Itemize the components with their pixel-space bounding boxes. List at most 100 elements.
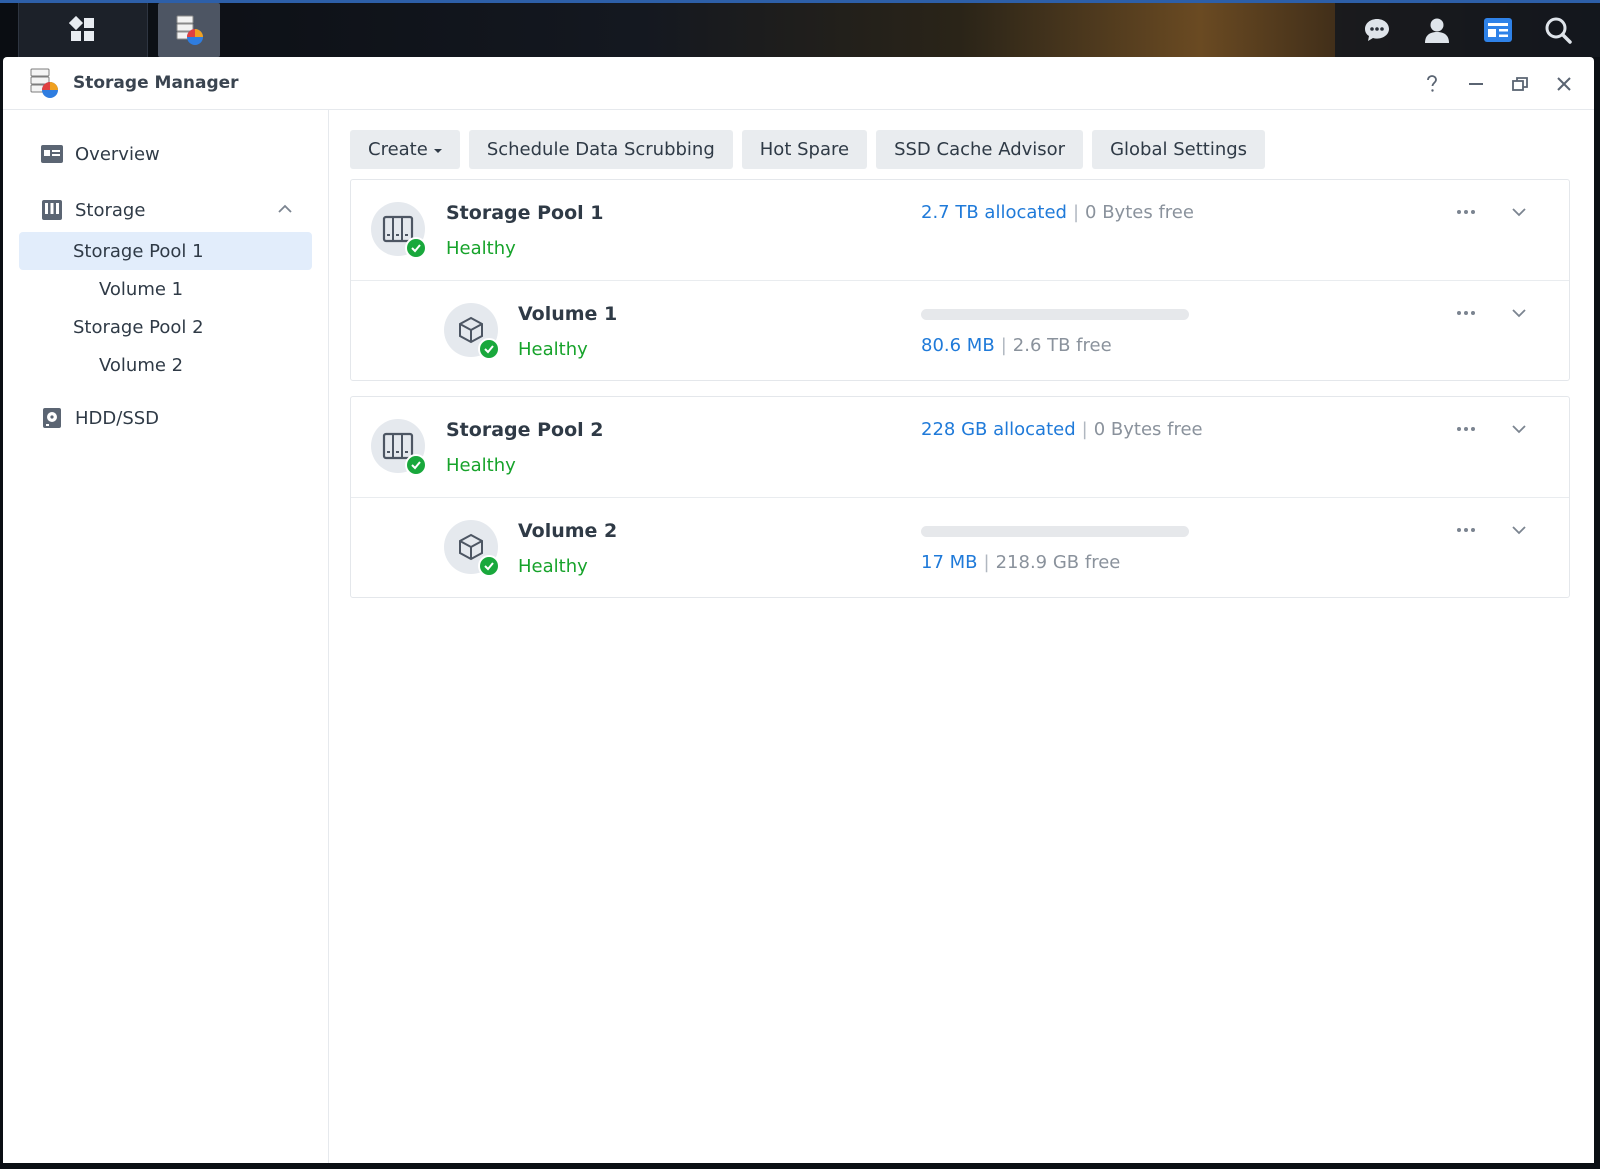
- storage-pool-card: Storage Pool 1 Healthy 2.7 TB allocated |…: [350, 179, 1570, 381]
- sidebar-item-label: HDD/SSD: [75, 407, 160, 429]
- create-button[interactable]: Create: [350, 130, 460, 169]
- healthy-check-icon: [405, 237, 427, 259]
- separator: |: [1081, 419, 1088, 440]
- volume-free: 2.6 TB free: [1012, 335, 1112, 356]
- sidebar-item-storage-pool-1[interactable]: Storage Pool 1: [19, 232, 312, 270]
- storage-icon: [39, 197, 65, 223]
- sidebar-item-volume-1[interactable]: Volume 1: [3, 270, 328, 308]
- healthy-check-icon: [478, 555, 500, 577]
- main-content: Create Schedule Data Scrubbing Hot Spare…: [330, 110, 1594, 1163]
- volume-row[interactable]: Volume 2 Healthy 17 MB | 218.9 GB free: [351, 497, 1569, 597]
- sidebar-item-storage-pool-2[interactable]: Storage Pool 2: [19, 308, 312, 346]
- volume-name: Volume 2: [518, 520, 618, 542]
- more-options-icon[interactable]: [1451, 419, 1481, 439]
- pool-free: 0 Bytes free: [1093, 419, 1203, 440]
- chevron-down-icon[interactable]: [1509, 419, 1529, 439]
- pool-row[interactable]: Storage Pool 1 Healthy 2.7 TB allocated |…: [351, 180, 1569, 280]
- hot-spare-button[interactable]: Hot Spare: [741, 130, 868, 169]
- pool-row[interactable]: Storage Pool 2 Healthy 228 GB allocated |…: [351, 397, 1569, 497]
- restore-button[interactable]: [1504, 68, 1536, 100]
- storage-pool-icon: [371, 202, 427, 259]
- minimize-icon: [1469, 82, 1483, 85]
- chevron-down-icon[interactable]: [1509, 520, 1529, 540]
- storage-pool-icon: [371, 419, 427, 476]
- volume-name: Volume 1: [518, 303, 618, 325]
- widgets-icon[interactable]: [1481, 13, 1515, 47]
- caret-down-icon: [433, 148, 442, 153]
- storage-manager-window: Storage Manager Overview Storage Storage…: [3, 57, 1594, 1163]
- volume-row[interactable]: Volume 1 Healthy 80.6 MB | 2.6 TB free: [351, 280, 1569, 380]
- sidebar: Overview Storage Storage Pool 1 Volume 1…: [3, 110, 329, 1163]
- healthy-check-icon: [478, 338, 500, 360]
- volume-status: Healthy: [518, 339, 588, 360]
- close-button[interactable]: [1548, 68, 1580, 100]
- sidebar-item-overview[interactable]: Overview: [3, 132, 328, 176]
- more-options-icon[interactable]: [1451, 303, 1481, 323]
- hdd-icon: [39, 405, 65, 431]
- pool-free: 0 Bytes free: [1085, 202, 1194, 223]
- volume-used: 17 MB: [921, 552, 978, 573]
- restore-icon: [1512, 76, 1528, 91]
- sidebar-item-label: Storage Pool 2: [73, 316, 204, 338]
- overview-icon: [39, 141, 65, 167]
- taskbar: [0, 0, 1600, 57]
- sidebar-item-volume-2[interactable]: Volume 2: [3, 346, 328, 384]
- main-menu-button[interactable]: [18, 3, 148, 57]
- window-controls: [1416, 57, 1580, 110]
- volume-free: 218.9 GB free: [995, 552, 1121, 573]
- schedule-data-scrubbing-button[interactable]: Schedule Data Scrubbing: [468, 130, 733, 169]
- search-icon[interactable]: [1541, 13, 1575, 47]
- chevron-down-icon[interactable]: [1509, 202, 1529, 222]
- ssd-cache-advisor-button[interactable]: SSD Cache Advisor: [876, 130, 1084, 169]
- apps-grid-icon: [69, 16, 94, 41]
- pool-allocation: 2.7 TB allocated | 0 Bytes free: [921, 202, 1194, 223]
- sidebar-item-label: Storage Pool 1: [73, 240, 204, 262]
- help-button[interactable]: [1416, 68, 1448, 100]
- minimize-button[interactable]: [1460, 68, 1492, 100]
- volume-usage-bar: [921, 526, 1189, 537]
- pool-status: Healthy: [446, 238, 516, 259]
- volume-icon: [444, 520, 500, 577]
- sidebar-item-hdd-ssd[interactable]: HDD/SSD: [3, 396, 328, 440]
- window-titlebar[interactable]: Storage Manager: [3, 57, 1594, 110]
- pool-status: Healthy: [446, 455, 516, 476]
- pool-allocated: 2.7 TB allocated: [921, 202, 1067, 223]
- storage-manager-icon: [176, 15, 203, 45]
- create-button-label: Create: [368, 139, 428, 160]
- sidebar-item-label: Storage: [75, 199, 146, 221]
- chat-icon[interactable]: [1360, 13, 1394, 47]
- taskbar-storage-manager-button[interactable]: [158, 3, 220, 57]
- healthy-check-icon: [405, 454, 427, 476]
- sidebar-item-label: Overview: [75, 143, 160, 165]
- chevron-down-icon[interactable]: [1509, 303, 1529, 323]
- sidebar-item-storage[interactable]: Storage: [3, 188, 328, 232]
- storage-pool-card: Storage Pool 2 Healthy 228 GB allocated |…: [350, 396, 1570, 598]
- help-icon: [1427, 74, 1437, 92]
- volume-usage: 80.6 MB | 2.6 TB free: [921, 335, 1112, 356]
- more-options-icon[interactable]: [1451, 202, 1481, 222]
- window-title: Storage Manager: [73, 73, 239, 93]
- more-options-icon[interactable]: [1451, 520, 1481, 540]
- pool-allocated: 228 GB allocated: [921, 419, 1076, 440]
- volume-status: Healthy: [518, 556, 588, 577]
- separator: |: [1000, 335, 1007, 356]
- taskbar-right: [1335, 3, 1600, 57]
- volume-usage-bar: [921, 309, 1189, 320]
- pool-name: Storage Pool 1: [446, 202, 604, 224]
- pool-allocation: 228 GB allocated | 0 Bytes free: [921, 419, 1203, 440]
- user-icon[interactable]: [1420, 13, 1454, 47]
- close-icon: [1557, 76, 1571, 91]
- pool-name: Storage Pool 2: [446, 419, 604, 441]
- chevron-up-icon[interactable]: [276, 200, 294, 218]
- separator: |: [983, 552, 990, 573]
- global-settings-button[interactable]: Global Settings: [1092, 130, 1266, 169]
- toolbar: Create Schedule Data Scrubbing Hot Spare…: [350, 130, 1266, 169]
- volume-icon: [444, 303, 500, 360]
- volume-usage: 17 MB | 218.9 GB free: [921, 552, 1120, 573]
- sidebar-item-label: Volume 1: [99, 278, 184, 300]
- storage-manager-app-icon: [30, 68, 58, 98]
- taskbar-left: [18, 3, 220, 57]
- separator: |: [1072, 202, 1080, 223]
- sidebar-item-label: Volume 2: [99, 354, 184, 376]
- volume-used: 80.6 MB: [921, 335, 995, 356]
